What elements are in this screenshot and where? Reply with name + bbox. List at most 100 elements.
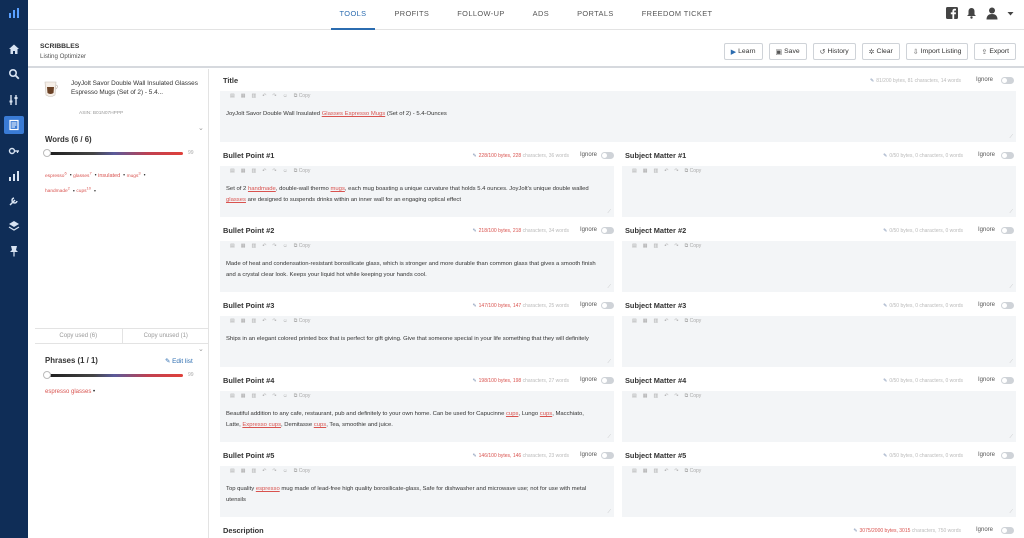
list-icon[interactable]: ▦: [241, 468, 246, 474]
format-icon[interactable]: ▥: [653, 243, 658, 249]
key-icon[interactable]: [6, 144, 22, 158]
redo-icon[interactable]: ↷: [674, 168, 678, 174]
words-slider-handle[interactable]: [43, 149, 51, 157]
copy-button[interactable]: ⧉ Copy: [685, 168, 702, 174]
ignore-toggle[interactable]: [1001, 77, 1014, 84]
format-icon[interactable]: ▥: [251, 318, 256, 324]
bold-icon[interactable]: ▤: [632, 393, 637, 399]
resize-handle[interactable]: ⟋: [1009, 434, 1013, 440]
ignore-toggle[interactable]: [601, 302, 614, 309]
resize-handle[interactable]: ⟋: [607, 434, 611, 440]
home-icon[interactable]: [6, 42, 22, 56]
tab-tools[interactable]: TOOLS: [326, 0, 381, 30]
ignore-toggle[interactable]: [1001, 302, 1014, 309]
redo-icon[interactable]: ↷: [272, 93, 276, 99]
save-button[interactable]: ▣ Save: [768, 43, 807, 60]
list-icon[interactable]: ▦: [241, 168, 246, 174]
layers-icon[interactable]: [6, 219, 22, 233]
bullet-point-4-editor[interactable]: ▤ ▦ ▥ ↶ ↷ ☺ ⧉ Copy Beautiful addition to any c…: [220, 391, 614, 442]
resize-handle[interactable]: ⟋: [1009, 359, 1013, 365]
subject-matter-5-editor[interactable]: ▤ ▦ ▥ ↶ ↷ ⧉ Copy ⟋: [622, 466, 1016, 517]
tab-profits[interactable]: PROFITS: [380, 0, 443, 30]
user-icon[interactable]: [985, 6, 999, 20]
emoji-icon[interactable]: ☺: [283, 393, 288, 399]
tab-ads[interactable]: ADS: [519, 0, 563, 30]
redo-icon[interactable]: ↷: [674, 393, 678, 399]
resize-handle[interactable]: ⟋: [607, 509, 611, 515]
format-icon[interactable]: ▥: [653, 393, 658, 399]
export-button[interactable]: ⇪ Export: [974, 43, 1016, 60]
collapse-words-icon[interactable]: ⌄: [198, 345, 204, 353]
redo-icon[interactable]: ↷: [674, 243, 678, 249]
format-icon[interactable]: ▥: [653, 318, 658, 324]
list-icon[interactable]: ▦: [241, 243, 246, 249]
format-icon[interactable]: ▥: [251, 393, 256, 399]
emoji-icon[interactable]: ☺: [283, 243, 288, 249]
copy-button[interactable]: ⧉ Copy: [294, 318, 311, 324]
bold-icon[interactable]: ▤: [632, 243, 637, 249]
subject-matter-2-editor[interactable]: ▤ ▦ ▥ ↶ ↷ ⧉ Copy ⟋: [622, 241, 1016, 292]
word-chip[interactable]: glasses7: [73, 170, 92, 179]
word-chip[interactable]: handmade2: [45, 186, 70, 195]
bold-icon[interactable]: ▤: [230, 393, 235, 399]
import-listing-button[interactable]: ⇩ Import Listing: [905, 43, 969, 60]
clear-button[interactable]: ✲ Clear: [861, 43, 900, 60]
ignore-toggle[interactable]: [1001, 452, 1014, 459]
list-icon[interactable]: ▦: [643, 318, 648, 324]
chevron-down-icon[interactable]: [1007, 10, 1014, 17]
subject-matter-4-editor[interactable]: ▤ ▦ ▥ ↶ ↷ ⧉ Copy ⟋: [622, 391, 1016, 442]
subject-matter-3-editor[interactable]: ▤ ▦ ▥ ↶ ↷ ⧉ Copy ⟋: [622, 316, 1016, 367]
undo-icon[interactable]: ↶: [664, 468, 668, 474]
list-icon[interactable]: ▦: [241, 318, 246, 324]
format-icon[interactable]: ▥: [251, 168, 256, 174]
resize-handle[interactable]: ⟋: [607, 284, 611, 290]
ignore-toggle[interactable]: [1001, 152, 1014, 159]
resize-handle[interactable]: ⟋: [607, 209, 611, 215]
bold-icon[interactable]: ▤: [230, 168, 235, 174]
bold-icon[interactable]: ▤: [632, 318, 637, 324]
word-chip[interactable]: cups10: [76, 186, 91, 195]
format-icon[interactable]: ▥: [653, 468, 658, 474]
redo-icon[interactable]: ↷: [272, 318, 276, 324]
list-icon[interactable]: ▦: [643, 393, 648, 399]
phrases-frequency-slider[interactable]: [43, 371, 183, 379]
copy-used-button[interactable]: Copy used (6): [35, 329, 122, 343]
copy-button[interactable]: ⧉ Copy: [294, 243, 311, 249]
copy-button[interactable]: ⧉ Copy: [294, 393, 311, 399]
sliders-icon[interactable]: [6, 93, 22, 107]
redo-icon[interactable]: ↷: [674, 468, 678, 474]
chart-icon[interactable]: [6, 169, 22, 183]
resize-handle[interactable]: ⟋: [1009, 134, 1013, 140]
learn-button[interactable]: ▶ Learn: [723, 43, 763, 60]
resize-handle[interactable]: ⟋: [1009, 284, 1013, 290]
undo-icon[interactable]: ↶: [262, 318, 266, 324]
bell-icon[interactable]: [966, 7, 977, 19]
bold-icon[interactable]: ▤: [230, 93, 235, 99]
redo-icon[interactable]: ↷: [272, 168, 276, 174]
word-chip[interactable]: mugs3: [127, 170, 141, 179]
ignore-toggle[interactable]: [1001, 527, 1014, 534]
copy-button[interactable]: ⧉ Copy: [294, 168, 311, 174]
bullet-point-2-editor[interactable]: ▤ ▦ ▥ ↶ ↷ ☺ ⧉ Copy Made of heat and condensati…: [220, 241, 614, 292]
undo-icon[interactable]: ↶: [664, 243, 668, 249]
emoji-icon[interactable]: ☺: [283, 468, 288, 474]
pin-icon[interactable]: [6, 244, 22, 258]
list-icon[interactable]: ▦: [643, 168, 648, 174]
undo-icon[interactable]: ↶: [664, 168, 668, 174]
bold-icon[interactable]: ▤: [632, 468, 637, 474]
resize-handle[interactable]: ⟋: [1009, 509, 1013, 515]
emoji-icon[interactable]: ☺: [283, 168, 288, 174]
list-icon[interactable]: ▦: [643, 468, 648, 474]
ignore-toggle[interactable]: [601, 227, 614, 234]
emoji-icon[interactable]: ☺: [283, 318, 288, 324]
format-icon[interactable]: ▥: [251, 468, 256, 474]
resize-handle[interactable]: ⟋: [607, 359, 611, 365]
list-icon[interactable]: ▦: [241, 93, 246, 99]
format-icon[interactable]: ▥: [653, 168, 658, 174]
undo-icon[interactable]: ↶: [262, 93, 266, 99]
search-icon[interactable]: [6, 67, 22, 81]
redo-icon[interactable]: ↷: [272, 243, 276, 249]
copy-unused-button[interactable]: Copy unused (1): [121, 329, 210, 343]
bold-icon[interactable]: ▤: [230, 243, 235, 249]
copy-button[interactable]: ⧉ Copy: [685, 393, 702, 399]
